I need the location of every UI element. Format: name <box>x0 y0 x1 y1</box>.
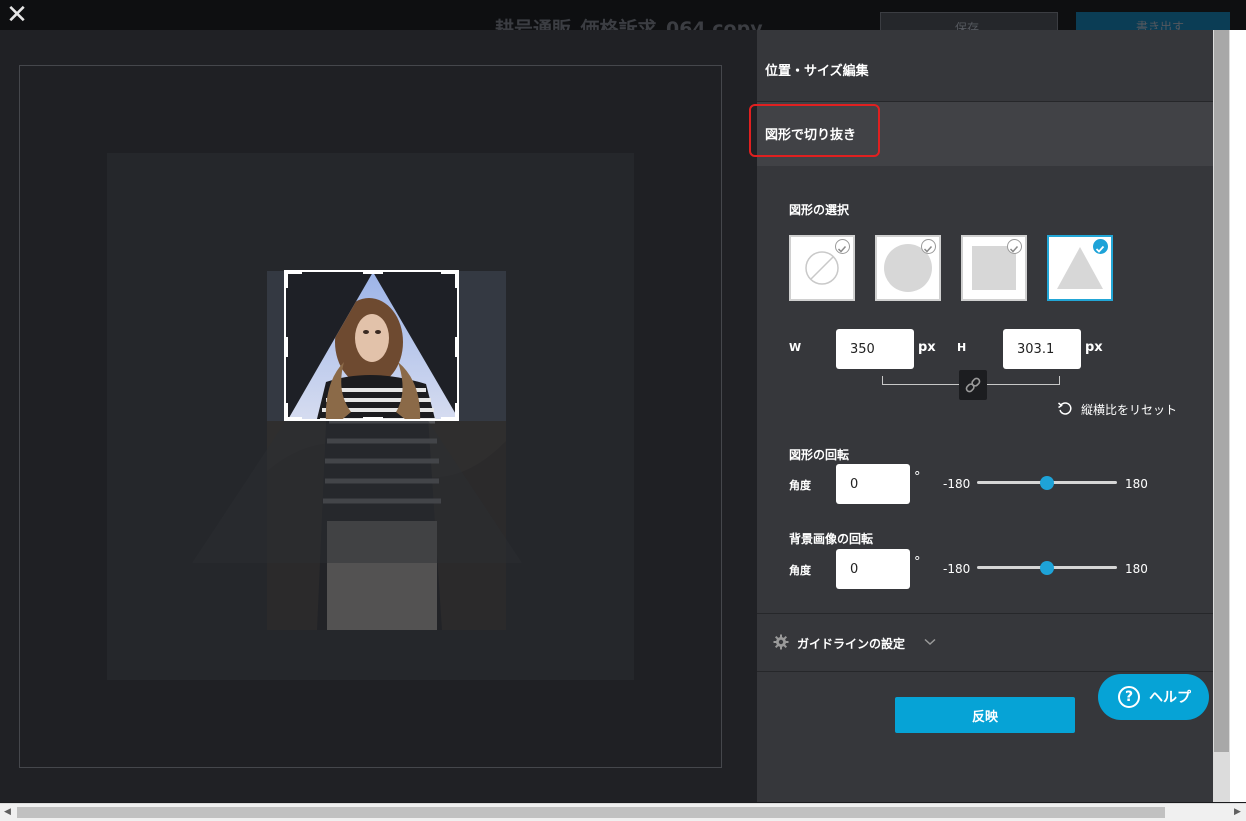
shape-max-label: 180 <box>1125 477 1148 491</box>
bg-rotation-title: 背景画像の回転 <box>789 532 874 546</box>
panel-scrollbar[interactable] <box>1213 30 1230 802</box>
check-icon <box>1007 239 1022 254</box>
bg-angle-input[interactable] <box>836 549 910 589</box>
crop-handle-n[interactable] <box>363 272 383 274</box>
crop-handle-nw-v[interactable] <box>286 272 288 288</box>
shape-option-square[interactable] <box>961 235 1027 301</box>
slider-thumb[interactable] <box>1040 561 1054 575</box>
shape-min-label: -180 <box>943 477 971 491</box>
chevron-down-icon <box>924 638 936 646</box>
width-label: W <box>789 341 802 354</box>
width-unit: px <box>918 340 936 355</box>
artboard <box>107 153 634 680</box>
shape-option-none[interactable] <box>789 235 855 301</box>
check-icon <box>835 239 850 254</box>
question-icon: ? <box>1118 686 1140 708</box>
reset-icon <box>1058 402 1072 415</box>
guideline-label: ガイドラインの設定 <box>797 637 906 651</box>
width-input[interactable] <box>836 329 914 369</box>
aspect-lock-button[interactable] <box>959 370 987 400</box>
shape-option-circle[interactable] <box>875 235 941 301</box>
scroll-right-icon[interactable]: ▶ <box>1234 807 1241 817</box>
check-icon <box>921 239 936 254</box>
crop-selection[interactable] <box>284 270 459 421</box>
bg-angle-label: 角度 <box>789 564 811 577</box>
shape-option-triangle[interactable] <box>1047 235 1113 301</box>
slider-thumb[interactable] <box>1040 476 1054 490</box>
horizontal-scrollbar[interactable]: ◀ ▶ <box>0 803 1246 821</box>
height-input[interactable] <box>1003 329 1081 369</box>
bg-rotation-slider[interactable] <box>977 558 1117 578</box>
crop-handle-s[interactable] <box>363 417 383 419</box>
crop-editor-modal: 耕号通販_価格訴求_064 copy 保存 書き出す ✕ 位置・サイズ編集 図形… <box>0 0 1246 821</box>
crop-handle-se-v[interactable] <box>455 403 457 419</box>
canvas-area <box>0 30 757 802</box>
close-icon: ✕ <box>6 0 28 30</box>
crop-handle-ne-v[interactable] <box>455 272 457 288</box>
divider <box>757 671 1213 672</box>
check-selected-icon <box>1093 239 1108 254</box>
reset-ratio-label: 縦横比をリセット <box>1081 403 1178 417</box>
horizontal-scrollbar-thumb[interactable] <box>17 807 1165 818</box>
crop-section-title: 図形で切り抜き <box>765 128 857 143</box>
bg-min-label: -180 <box>943 562 971 576</box>
crop-handle-sw-v[interactable] <box>286 403 288 419</box>
shape-degree-symbol: ° <box>914 470 921 485</box>
crop-handle-w[interactable] <box>286 337 288 357</box>
shape-rotation-slider[interactable] <box>977 473 1117 493</box>
help-button[interactable]: ? ヘルプ <box>1098 674 1209 720</box>
apply-button[interactable]: 反映 <box>895 697 1075 733</box>
shape-angle-input[interactable] <box>836 464 910 504</box>
gear-icon <box>773 634 789 650</box>
height-label: H <box>957 341 967 354</box>
link-icon <box>965 377 981 393</box>
guideline-settings-toggle[interactable]: ガイドラインの設定 <box>757 613 1213 671</box>
help-label: ヘルプ <box>1149 690 1191 706</box>
bg-max-label: 180 <box>1125 562 1148 576</box>
scrollbar-thumb[interactable] <box>1214 30 1229 752</box>
background-page-header: 耕号通販_価格訴求_064 copy 保存 書き出す <box>0 0 1246 40</box>
background-page-edge <box>1230 30 1246 802</box>
shape-select-label: 図形の選択 <box>789 203 850 217</box>
close-button[interactable]: ✕ <box>4 2 30 28</box>
crop-handle-e[interactable] <box>455 337 457 357</box>
height-unit: px <box>1085 340 1103 355</box>
scroll-left-icon[interactable]: ◀ <box>4 807 11 817</box>
bg-degree-symbol: ° <box>914 555 921 570</box>
position-size-tab[interactable]: 位置・サイズ編集 <box>765 60 869 79</box>
shape-rotation-title: 図形の回転 <box>789 448 850 462</box>
crop-section-header[interactable]: 図形で切り抜き <box>749 102 1213 166</box>
shape-angle-label: 角度 <box>789 479 811 492</box>
